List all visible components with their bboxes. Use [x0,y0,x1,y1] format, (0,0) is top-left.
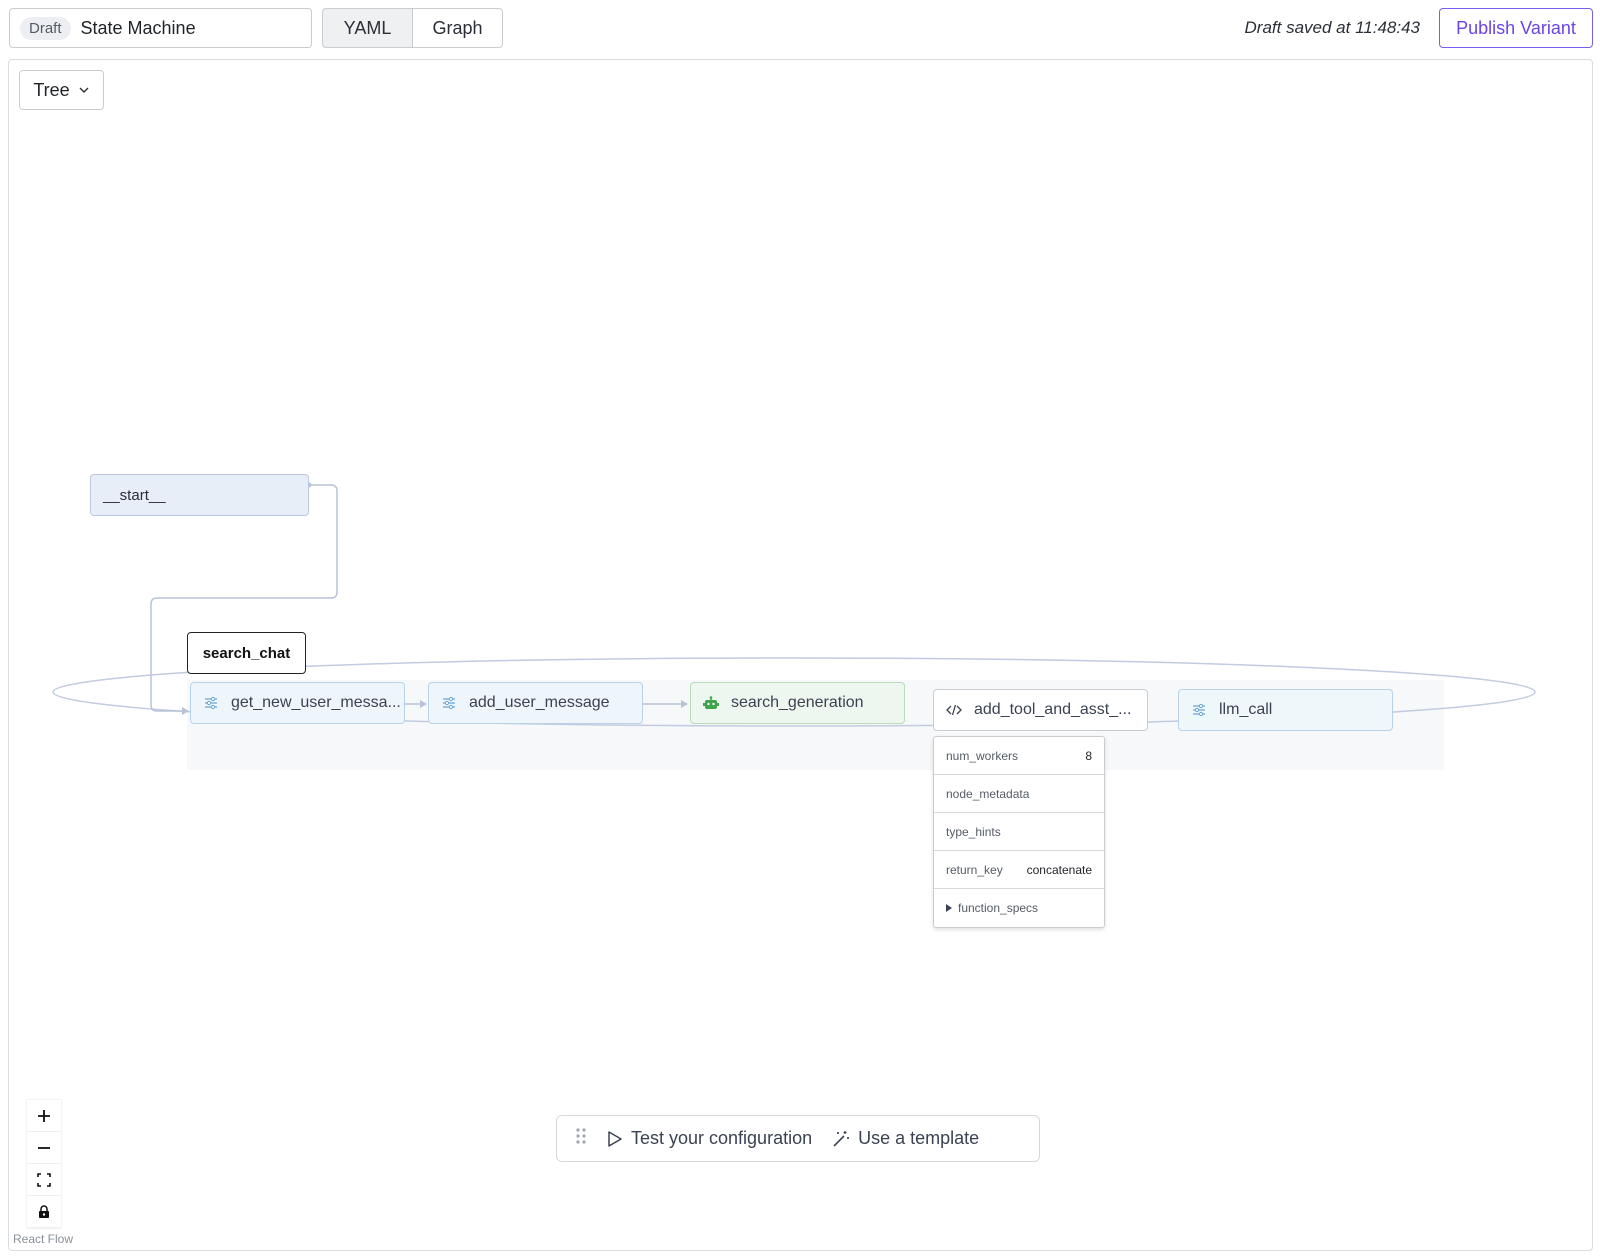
sliders-icon [441,695,457,711]
popover-key: num_workers [946,748,1019,763]
top-bar: Draft State Machine YAML Graph Draft sav… [0,0,1600,56]
node-get-new-user-message[interactable]: get_new_user_messa... [190,682,405,724]
popover-key: return_key [946,862,1003,877]
plus-icon [38,1109,50,1122]
fit-view-icon [37,1172,51,1187]
react-flow-attribution[interactable]: React Flow [13,1232,73,1246]
sliders-icon [203,695,219,711]
node-label: add_user_message [469,694,610,711]
tab-graph[interactable]: Graph [412,9,502,47]
fit-view-button[interactable] [27,1164,61,1196]
popover-value: 8 [1085,748,1092,763]
popover-value: concatenate [1026,862,1092,877]
popover-key: node_metadata [946,786,1030,801]
popover-key: type_hints [946,824,1001,839]
test-configuration-label: Test your configuration [631,1128,813,1148]
node-llm-call[interactable]: llm_call [1178,689,1393,731]
node-label: search_generation [731,694,864,711]
sliders-icon [1191,702,1207,718]
node-label: add_tool_and_asst_... [974,701,1132,718]
test-configuration-button[interactable]: Test your configuration [607,1128,812,1149]
popover-row-function-specs[interactable]: function_specs [934,889,1104,927]
lock-icon [39,1204,49,1218]
popover-key: function_specs [958,901,1039,915]
zoom-controls [27,1100,61,1228]
group-label-search-chat[interactable]: search_chat [187,632,306,674]
saved-status: Draft saved at 11:48:43 [1244,18,1420,37]
node-details-popover: num_workers 8 node_metadata type_hints r… [933,736,1105,928]
node-add-tool-and-asst[interactable]: add_tool_and_asst_... [933,689,1148,731]
node-add-user-message[interactable]: add_user_message [428,682,643,724]
use-template-button[interactable]: Use a template [832,1128,979,1149]
title-text[interactable]: State Machine [81,18,196,39]
zoom-in-button[interactable] [27,1100,61,1132]
drag-handle-icon[interactable] [575,1127,587,1150]
popover-row-node-metadata: node_metadata [934,775,1104,813]
play-icon [608,1130,622,1147]
popover-row-return-key: return_key concatenate [934,851,1104,889]
zoom-out-button[interactable] [27,1132,61,1164]
title-field[interactable]: Draft State Machine [9,8,312,48]
graph-canvas[interactable]: Tree __start__ search_chat get_new_user_… [8,59,1593,1251]
code-icon [946,702,962,718]
caret-right-icon [946,904,952,912]
tab-yaml[interactable]: YAML [323,9,412,47]
view-toggle: YAML Graph [322,8,503,48]
node-label: llm_call [1219,701,1273,718]
publish-variant-button[interactable]: Publish Variant [1439,8,1593,48]
bottom-toolbar: Test your configuration Use a template [556,1115,1040,1162]
popover-row-num-workers: num_workers 8 [934,737,1104,775]
use-template-label: Use a template [858,1128,980,1148]
magic-wand-icon [833,1130,850,1147]
node-start[interactable]: __start__ [90,474,309,516]
popover-row-type-hints: type_hints [934,813,1104,851]
minus-icon [38,1146,50,1149]
draft-badge: Draft [20,16,71,40]
lock-button[interactable] [27,1196,61,1228]
robot-icon [703,695,719,711]
node-search-generation[interactable]: search_generation [690,682,905,724]
node-label: get_new_user_messa... [231,694,401,711]
